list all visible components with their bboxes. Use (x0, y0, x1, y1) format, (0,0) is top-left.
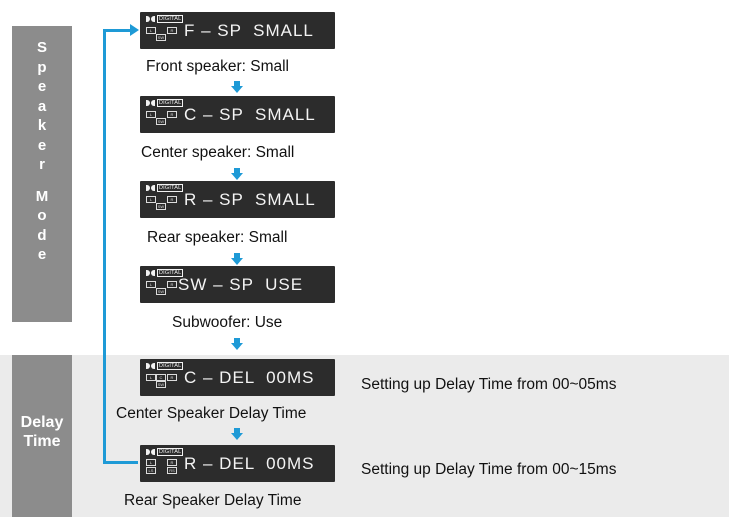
dolby-digital-badge: DIGITAL (146, 99, 184, 107)
step-caption: Rear speaker: Small (147, 229, 288, 246)
channel-r-box: R (167, 374, 177, 381)
step-caption: Center speaker: Small (141, 144, 295, 161)
lcd-display-rear: DIGITAL L R SW R – SP SMALL (140, 181, 335, 218)
channel-l-box: L (146, 374, 156, 381)
dolby-digital-badge: DIGITAL (146, 184, 184, 192)
delay-time-line: Time (23, 433, 61, 450)
lcd-display-center-delay: DIGITAL L C R SW C – DEL 00MS (140, 359, 335, 396)
speaker-mode-letter: k (37, 117, 47, 134)
speaker-mode-letter: a (37, 97, 47, 115)
dolby-icon (146, 185, 155, 191)
channel-l-box: L (146, 281, 156, 288)
dolby-digital-badge: DIGITAL (146, 362, 184, 370)
down-arrow-icon (231, 253, 243, 265)
channel-indicator-icon: L R SW (146, 110, 178, 130)
loop-connector-top (103, 29, 131, 32)
channel-r-box: R (167, 27, 177, 34)
step-caption: Rear Speaker Delay Time (124, 492, 302, 509)
channel-ls-box: LS (146, 467, 156, 474)
speaker-mode-letter: d (37, 226, 47, 244)
channel-c-box: C (156, 374, 166, 381)
channel-r-box: R (167, 111, 177, 118)
speaker-mode-letter: e (37, 246, 47, 263)
dolby-icon (146, 16, 155, 22)
channel-indicator-icon: L R SW (146, 26, 178, 46)
speaker-mode-letter: r (39, 156, 45, 173)
digital-badge-text: DIGITAL (157, 184, 184, 192)
channel-r-box: R (167, 459, 177, 466)
lcd-readout: SW – SP USE (178, 275, 304, 294)
lcd-readout: C – SP SMALL (184, 105, 316, 124)
digital-badge-text: DIGITAL (157, 448, 184, 456)
lcd-display-front: DIGITAL L R SW F – SP SMALL (140, 12, 335, 49)
delay-time-line: Delay (20, 414, 64, 431)
step-caption: Front speaker: Small (146, 58, 289, 75)
dolby-icon (146, 270, 155, 276)
dolby-icon (146, 363, 155, 369)
channel-l-box: L (146, 459, 156, 466)
down-arrow-icon (231, 428, 243, 440)
delay-time-label: Delay Time (12, 355, 72, 517)
channel-rs-box: RS (167, 467, 177, 474)
channel-l-box: L (146, 196, 156, 203)
lcd-display-center: DIGITAL L R SW C – SP SMALL (140, 96, 335, 133)
channel-sw-box: SW (156, 381, 166, 388)
channel-sw-box: SW (156, 34, 166, 41)
speaker-mode-letter: M (35, 187, 49, 205)
channel-r-box: R (167, 281, 177, 288)
step-caption: Center Speaker Delay Time (116, 405, 307, 422)
channel-indicator-icon: L R SW (146, 280, 178, 300)
down-arrow-icon (231, 81, 243, 93)
speaker-mode-letter: S (36, 39, 47, 56)
loop-arrowhead-icon (130, 24, 139, 36)
dolby-digital-badge: DIGITAL (146, 15, 184, 23)
down-arrow-icon (231, 168, 243, 180)
dolby-digital-badge: DIGITAL (146, 448, 184, 456)
lcd-readout: C – DEL 00MS (184, 368, 315, 387)
channel-indicator-icon: L R SW (146, 195, 178, 215)
channel-sw-box: SW (156, 288, 166, 295)
channel-l-box: L (146, 27, 156, 34)
channel-sw-box: SW (156, 203, 166, 210)
channel-r-box: R (167, 196, 177, 203)
lcd-readout: R – SP SMALL (184, 190, 316, 209)
channel-l-box: L (146, 111, 156, 118)
delay-range-note: Setting up Delay Time from 00~15ms (361, 461, 617, 478)
down-arrow-icon (231, 338, 243, 350)
speaker-mode-letter: e (37, 136, 47, 154)
loop-connector-vertical (103, 29, 106, 464)
digital-badge-text: DIGITAL (157, 362, 184, 370)
digital-badge-text: DIGITAL (157, 99, 184, 107)
speaker-mode-letter: e (37, 78, 47, 95)
dolby-icon (146, 449, 155, 455)
channel-indicator-icon: L R LS RS (146, 459, 178, 479)
lcd-readout: F – SP SMALL (184, 21, 314, 40)
lcd-display-subwoofer: DIGITAL L R SW SW – SP USE (140, 266, 335, 303)
delay-range-note: Setting up Delay Time from 00~05ms (361, 376, 617, 393)
speaker-mode-letter: p (37, 58, 47, 76)
speaker-mode-letter: o (37, 207, 47, 224)
dolby-icon (146, 100, 155, 106)
loop-connector-bottom (103, 461, 138, 464)
lcd-display-rear-delay: DIGITAL L R LS RS R – DEL 00MS (140, 445, 335, 482)
lcd-readout: R – DEL 00MS (184, 454, 315, 473)
channel-indicator-icon: L C R SW (146, 373, 178, 393)
digital-badge-text: DIGITAL (157, 15, 184, 23)
channel-sw-box: SW (156, 118, 166, 125)
step-caption: Subwoofer: Use (172, 314, 283, 331)
speaker-mode-label: S p e a k e r M o d e (12, 26, 72, 322)
